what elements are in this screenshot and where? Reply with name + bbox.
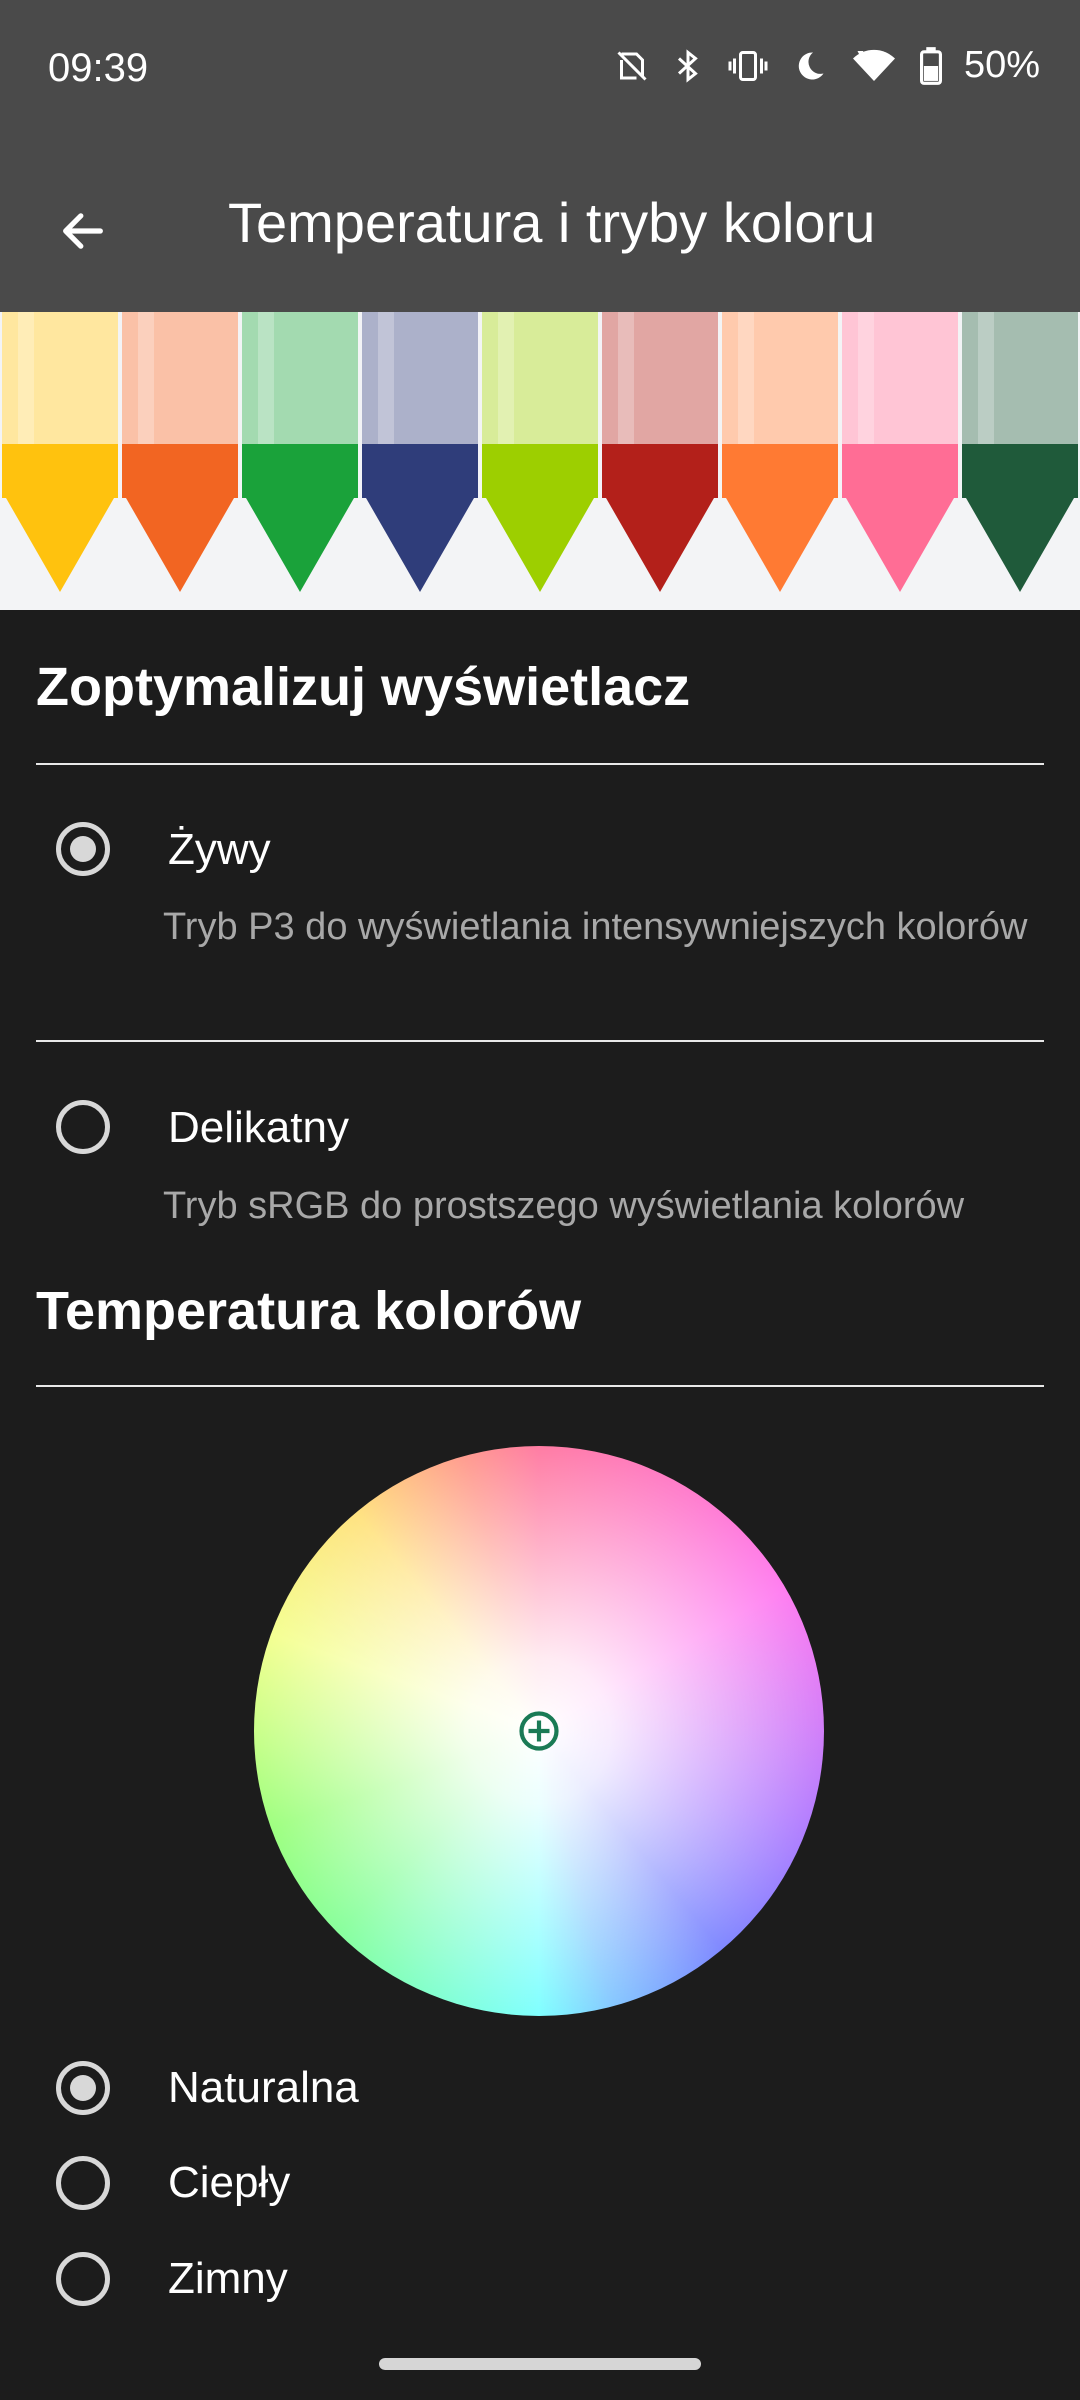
temperature-section-title: Temperatura kolorów <box>36 1281 582 1341</box>
crayon-tip <box>606 498 714 592</box>
crayon-band <box>482 444 598 458</box>
option-label: Delikatny <box>168 1103 349 1152</box>
vibrate-icon <box>726 48 770 84</box>
crayon-tip <box>846 498 954 592</box>
wheel-marker-icon[interactable] <box>518 1710 560 1752</box>
crayon-highlight <box>258 312 274 444</box>
crayon-band <box>962 444 1078 458</box>
crayon-highlight <box>978 312 994 444</box>
status-bar: 09:39 50% <box>0 0 1080 140</box>
crayon-tip <box>126 498 234 592</box>
crayon-highlight <box>498 312 514 444</box>
radio-cool[interactable] <box>56 2252 110 2306</box>
crayon-collar <box>602 458 718 498</box>
crayon-highlight <box>738 312 754 444</box>
crayon-collar <box>122 458 238 498</box>
crayon-band <box>362 444 478 458</box>
nfc-off-icon <box>614 48 650 84</box>
crayon-highlight <box>858 312 874 444</box>
status-time: 09:39 <box>48 46 149 90</box>
option-description: Tryb sRGB do prostszego wyświetlania kol… <box>163 1185 965 1227</box>
crayon-band <box>722 444 838 458</box>
crayon-tip <box>6 498 114 592</box>
crayon-collar <box>362 458 478 498</box>
crayon-tip <box>246 498 354 592</box>
do-not-disturb-moon-icon <box>792 48 828 84</box>
battery-percent: 50% <box>963 44 1040 86</box>
crayons-banner-image <box>0 312 1080 610</box>
divider <box>36 763 1044 765</box>
app-bar: Temperatura i tryby koloru <box>0 140 1080 312</box>
crayon-tip <box>966 498 1074 592</box>
crayon-collar <box>722 458 838 498</box>
crayon-tip <box>486 498 594 592</box>
crayon-tip <box>366 498 474 592</box>
option-label: Zimny <box>168 2254 288 2303</box>
page-title: Temperatura i tryby koloru <box>228 191 876 254</box>
divider <box>36 1385 1044 1387</box>
crayon-collar <box>242 458 358 498</box>
status-icons: 50% <box>614 44 1040 87</box>
radio-vivid[interactable] <box>56 822 110 876</box>
radio-natural[interactable] <box>56 2061 110 2115</box>
crayon-highlight <box>138 312 154 444</box>
home-indicator[interactable] <box>379 2358 701 2370</box>
crayon-band <box>122 444 238 458</box>
crayon-band <box>602 444 718 458</box>
crayon-band <box>242 444 358 458</box>
option-label: Ciepły <box>168 2158 291 2207</box>
bluetooth-icon <box>672 48 704 84</box>
crayon-highlight <box>618 312 634 444</box>
divider <box>36 1040 1044 1042</box>
display-section-title: Zoptymalizuj wyświetlacz <box>36 657 691 717</box>
crayon-tip <box>726 498 834 592</box>
option-label: Naturalna <box>168 2063 359 2112</box>
battery-icon <box>919 46 942 85</box>
wifi-icon <box>850 48 898 84</box>
crayon-collar <box>482 458 598 498</box>
crayon-collar <box>842 458 958 498</box>
crayon-highlight <box>18 312 34 444</box>
crayon-collar <box>962 458 1078 498</box>
radio-warm[interactable] <box>56 2156 110 2210</box>
crayon-band <box>842 444 958 458</box>
back-button[interactable] <box>38 186 128 276</box>
crayon-highlight <box>378 312 394 444</box>
radio-gentle[interactable] <box>56 1100 110 1154</box>
option-description: Tryb P3 do wyświetlania intensywniejszyc… <box>163 906 1028 948</box>
back-arrow-icon <box>63 213 103 249</box>
crayon-band <box>2 444 118 458</box>
crayon-collar <box>2 458 118 498</box>
option-label: Żywy <box>168 825 271 874</box>
